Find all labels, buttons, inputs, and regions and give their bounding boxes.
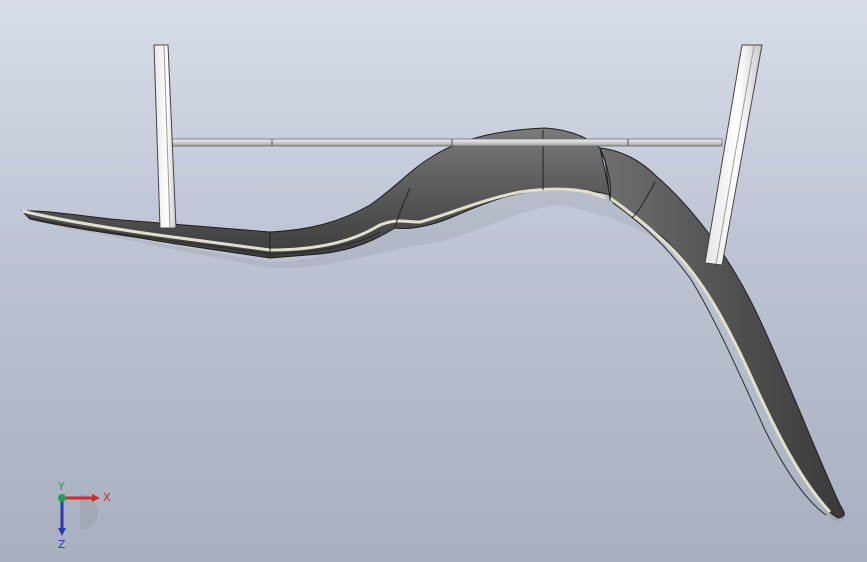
y-axis-label: Y bbox=[57, 480, 65, 493]
connecting-rod[interactable] bbox=[171, 138, 723, 147]
z-axis-label: Z bbox=[58, 538, 66, 550]
y-axis-dot bbox=[58, 494, 66, 502]
right-post-edge bbox=[715, 45, 755, 265]
cad-viewport[interactable]: X Y Z bbox=[0, 0, 867, 562]
triad-graphic: X Y Z bbox=[57, 480, 111, 551]
model-render[interactable] bbox=[0, 0, 867, 562]
z-arrow-head bbox=[58, 528, 66, 536]
right-post[interactable] bbox=[704, 44, 763, 266]
x-axis-label: X bbox=[103, 491, 111, 504]
orientation-triad[interactable]: X Y Z bbox=[40, 480, 130, 551]
x-arrow-head bbox=[92, 494, 100, 502]
